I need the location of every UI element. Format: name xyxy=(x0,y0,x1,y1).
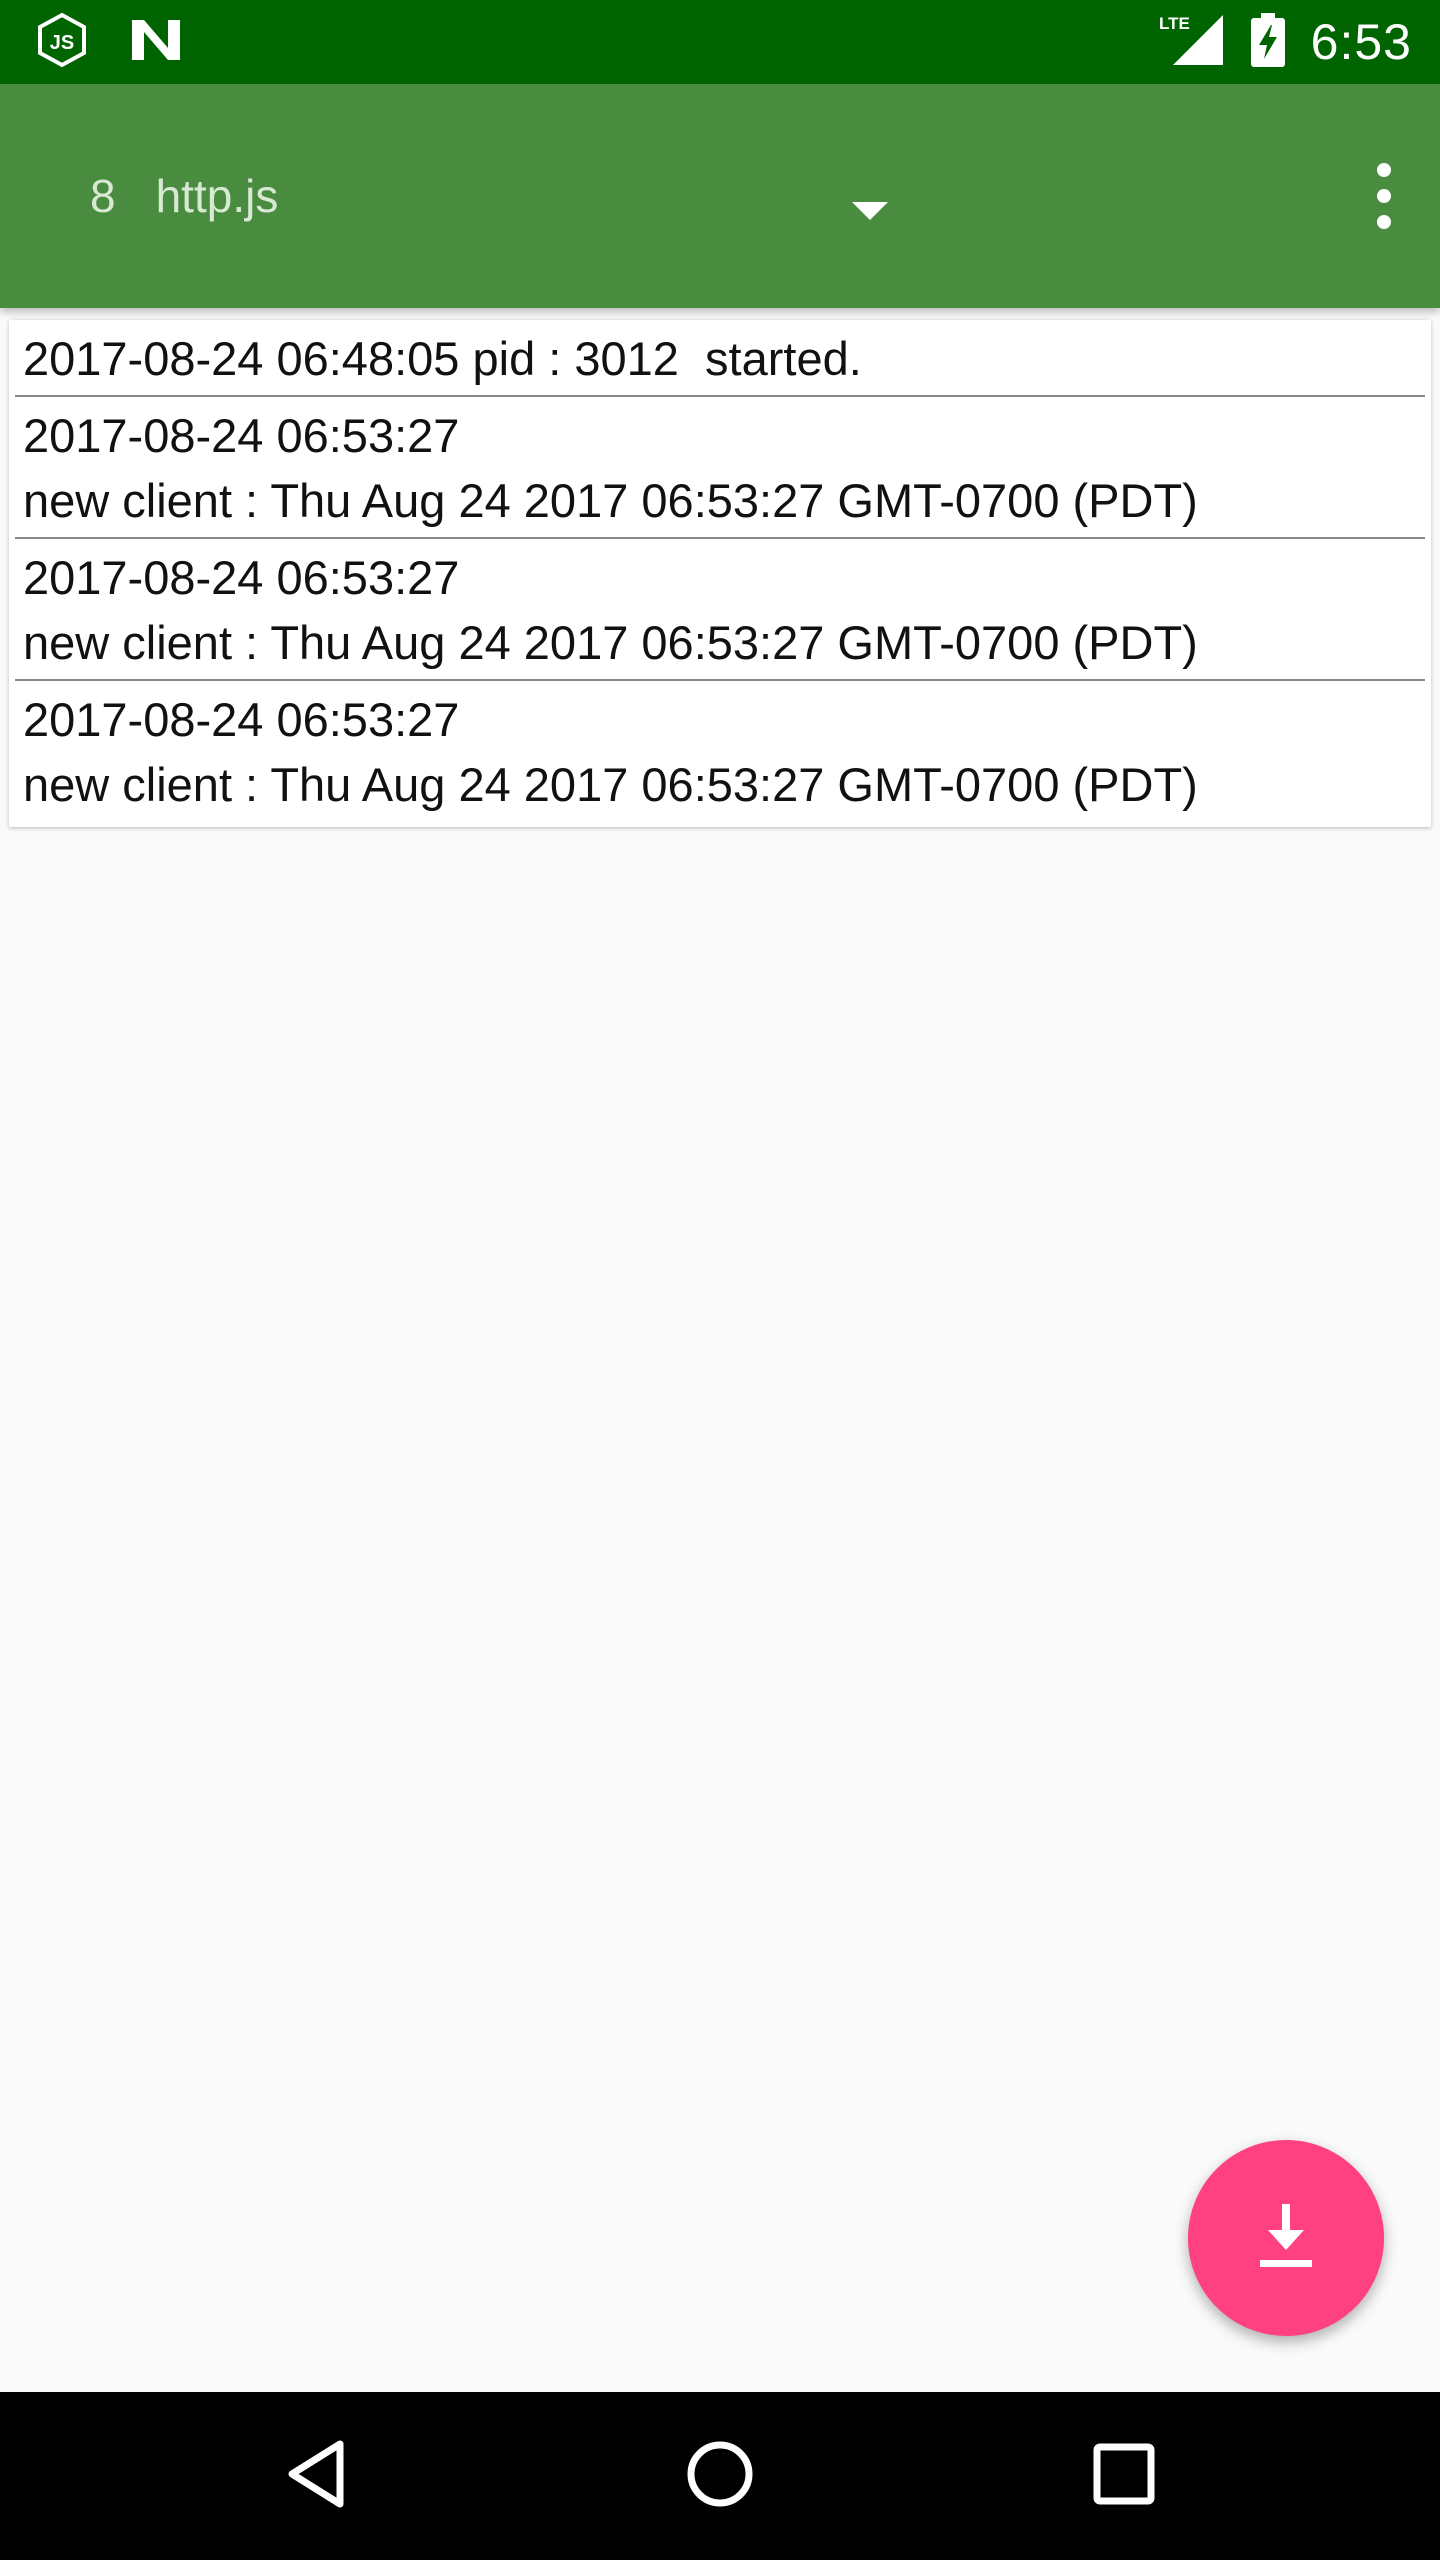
app-n-icon xyxy=(130,18,182,67)
nav-home-button[interactable] xyxy=(620,2392,820,2560)
spinner-label: http.js xyxy=(155,170,279,222)
log-message: new client : Thu Aug 24 2017 06:53:27 GM… xyxy=(23,758,1198,811)
system-icons: LTE 6:53 xyxy=(1159,0,1412,84)
back-icon xyxy=(284,2438,348,2515)
network-type-label: LTE xyxy=(1159,14,1190,33)
log-timestamp: 2017-08-24 06:53:27 xyxy=(23,551,460,604)
log-entry: 2017-08-24 06:48:05 pid : 3012 started. xyxy=(15,320,1425,397)
log-entry: 2017-08-24 06:53:27 new client : Thu Aug… xyxy=(15,539,1425,681)
status-bar: JS LTE 6:53 xyxy=(0,0,1440,84)
log-timestamp: 2017-08-24 06:53:27 xyxy=(23,409,460,462)
log-timestamp: 2017-08-24 06:53:27 xyxy=(23,693,460,746)
log-output-list: 2017-08-24 06:48:05 pid : 3012 started. … xyxy=(9,320,1431,827)
recents-icon xyxy=(1092,2442,1156,2511)
script-spinner[interactable]: 8 http.js xyxy=(90,84,910,308)
log-entry: 2017-08-24 06:53:27 new client : Thu Aug… xyxy=(15,681,1425,821)
log-message: new client : Thu Aug 24 2017 06:53:27 GM… xyxy=(23,616,1198,669)
nav-back-button[interactable] xyxy=(216,2392,416,2560)
overflow-menu-icon[interactable] xyxy=(1328,84,1440,308)
battery-charging-icon xyxy=(1250,12,1285,72)
app-toolbar: 8 http.js xyxy=(0,84,1440,308)
dropdown-arrow-icon[interactable] xyxy=(852,202,888,220)
nav-recents-button[interactable] xyxy=(1024,2392,1224,2560)
svg-text:JS: JS xyxy=(50,32,74,54)
log-entry: 2017-08-24 06:53:27 new client : Thu Aug… xyxy=(15,397,1425,539)
download-icon xyxy=(1254,2200,1318,2277)
notification-icons: JS xyxy=(36,12,182,73)
download-button[interactable] xyxy=(1188,2140,1384,2336)
lte-signal-icon: LTE xyxy=(1159,13,1225,72)
spinner-index: 8 xyxy=(90,170,116,222)
home-icon xyxy=(684,2438,756,2515)
log-line: 2017-08-24 06:48:05 pid : 3012 started. xyxy=(23,332,862,385)
log-message: new client : Thu Aug 24 2017 06:53:27 GM… xyxy=(23,474,1198,527)
navigation-bar xyxy=(0,2392,1440,2560)
nodejs-icon: JS xyxy=(36,12,88,73)
status-time: 6:53 xyxy=(1310,14,1412,70)
